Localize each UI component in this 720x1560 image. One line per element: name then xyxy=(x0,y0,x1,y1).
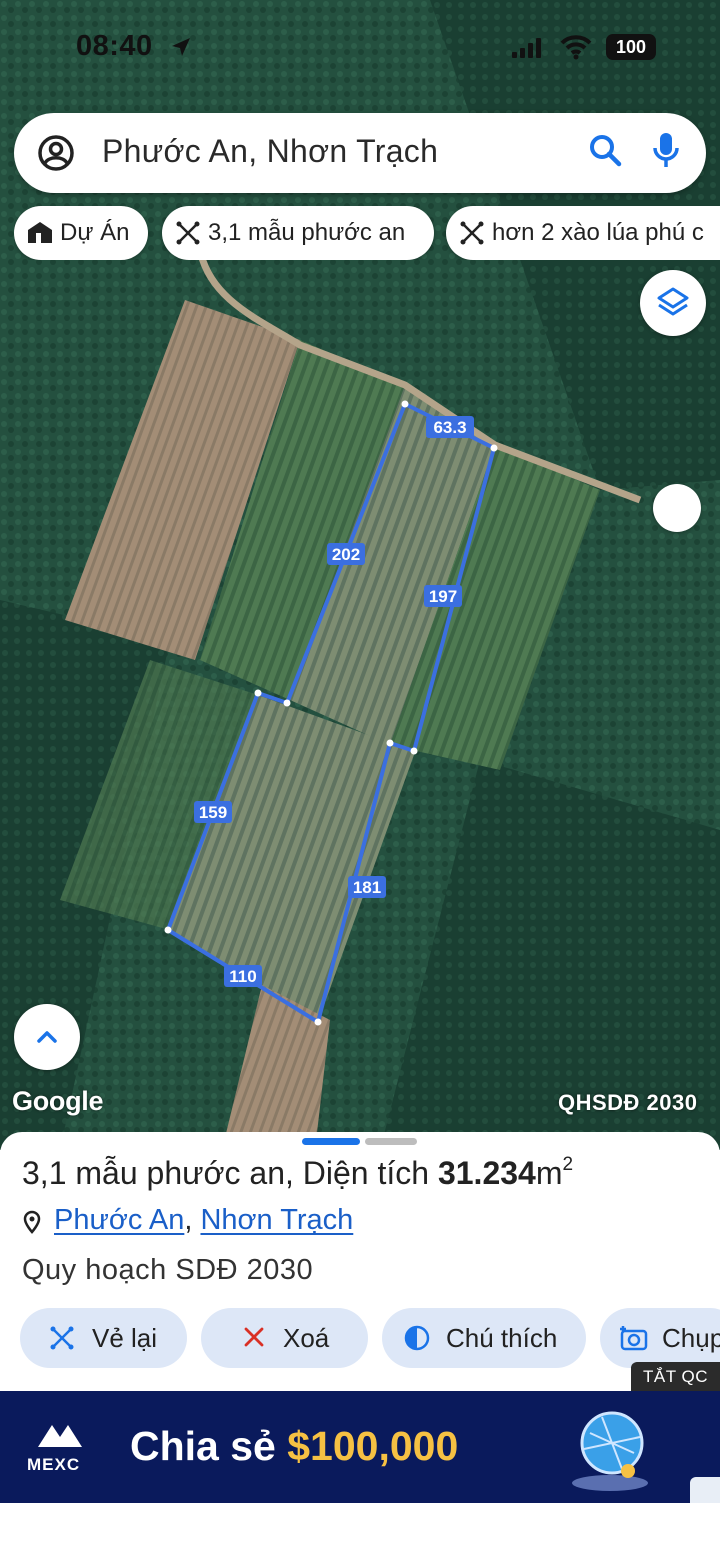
parcel-name: 3,1 mẫu phước an xyxy=(22,1155,285,1191)
parcel-title: 3,1 mẫu phước an, Diện tích 31.234m2 xyxy=(22,1154,573,1192)
area-unit-exponent: 2 xyxy=(562,1154,574,1175)
edge-label-181: 181 xyxy=(353,878,381,897)
chevron-up-icon xyxy=(37,1031,57,1043)
redraw-button[interactable]: Vẻ lại xyxy=(20,1308,187,1368)
action-buttons: Vẻ lại Xoá Chú thích Chụp xyxy=(20,1308,720,1368)
delete-label: Xoá xyxy=(283,1323,330,1353)
measure-icon xyxy=(50,1326,74,1350)
location-pin-icon xyxy=(23,1210,41,1234)
district-link[interactable]: Nhơn Trạch xyxy=(200,1204,353,1236)
sheet-handle[interactable] xyxy=(302,1138,360,1145)
title-separator: , xyxy=(285,1155,303,1191)
area-unit: m xyxy=(535,1155,563,1191)
house-icon xyxy=(28,222,52,243)
search-bar[interactable]: Phước An, Nhơn Trạch xyxy=(14,113,706,193)
measure-icon xyxy=(460,221,484,245)
edge-label-159: 159 xyxy=(199,803,227,822)
edge-label-110: 110 xyxy=(229,967,256,986)
plan-subtitle: Quy hoạch SDĐ 2030 xyxy=(22,1254,314,1286)
capture-label: Chụp xyxy=(662,1323,720,1353)
chip-label: hơn 2 xào lúa phú c xyxy=(492,219,704,246)
battery-indicator: 100 xyxy=(606,34,656,60)
delete-button[interactable]: Xoá xyxy=(201,1308,368,1368)
compass-button[interactable] xyxy=(653,484,701,532)
ad-banner[interactable]: MEXC Chia sẻ $100,000 xyxy=(0,1391,720,1503)
edge-label-63: 63.3 xyxy=(433,418,466,437)
measure-icon xyxy=(176,221,200,245)
legend-button[interactable]: Chú thích xyxy=(382,1308,586,1368)
contrast-icon xyxy=(404,1325,430,1351)
wifi-icon xyxy=(560,35,592,60)
search-icon[interactable] xyxy=(588,133,624,169)
filter-chips: Dự Án 3,1 mẫu phước an hơn 2 xào lúa phú… xyxy=(14,206,720,260)
location-separator: , xyxy=(184,1204,201,1236)
microphone-icon[interactable] xyxy=(652,131,680,171)
ad-headline-amount: $100,000 xyxy=(287,1423,459,1469)
redraw-label: Vẻ lại xyxy=(92,1323,158,1353)
ad-headline: Chia sẻ $100,000 xyxy=(130,1423,458,1470)
chip-saved-parcel-1[interactable]: 3,1 mẫu phước an xyxy=(162,206,434,260)
edge-label-202: 202 xyxy=(332,545,360,564)
ad-brand: MEXC xyxy=(27,1455,81,1474)
cellular-signal-icon xyxy=(512,38,541,58)
expand-sheet-button[interactable] xyxy=(14,1004,80,1070)
chip-saved-parcel-2[interactable]: hơn 2 xào lúa phú c xyxy=(446,206,720,260)
adchoices-icon[interactable] xyxy=(690,1477,720,1503)
area-value: 31.234 xyxy=(437,1155,536,1191)
ward-link[interactable]: Phước An xyxy=(54,1204,184,1236)
status-time: 08:40 xyxy=(76,30,153,62)
legend-label: Chú thích xyxy=(446,1323,558,1353)
search-input[interactable]: Phước An, Nhơn Trạch xyxy=(102,133,438,170)
google-attribution: Google xyxy=(12,1086,104,1116)
ad-close-button[interactable]: TẮT QC xyxy=(631,1362,720,1392)
mexc-logo-icon xyxy=(38,1425,82,1447)
account-icon[interactable] xyxy=(36,133,76,173)
ad-headline-text: Chia sẻ xyxy=(130,1423,288,1469)
sheet-handle-secondary[interactable] xyxy=(365,1138,417,1145)
camera-icon xyxy=(620,1326,648,1351)
layers-button[interactable] xyxy=(640,270,706,336)
location-arrow-icon xyxy=(172,38,190,56)
status-bar: 08:40 100 xyxy=(0,30,720,70)
chip-du-an[interactable]: Dự Án xyxy=(14,206,148,260)
chip-label: Dự Án xyxy=(60,219,130,246)
layers-icon xyxy=(657,287,689,316)
area-label: Diện tích xyxy=(302,1155,438,1191)
chip-label: 3,1 mẫu phước an xyxy=(208,219,406,246)
plan-layer-label: QHSDĐ 2030 xyxy=(558,1090,698,1115)
capture-button[interactable]: Chụp xyxy=(600,1308,720,1368)
close-icon xyxy=(244,1327,264,1347)
globe-illustration-icon xyxy=(572,1411,648,1491)
edge-label-197: 197 xyxy=(429,587,457,606)
